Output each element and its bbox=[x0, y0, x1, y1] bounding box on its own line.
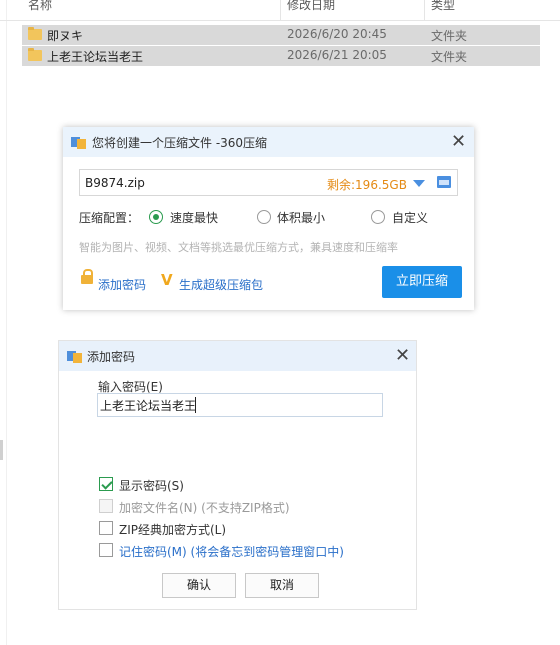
column-header-type[interactable]: 类型 bbox=[431, 0, 455, 13]
compress-now-button[interactable]: 立即压缩 bbox=[382, 266, 462, 298]
radio-smallest-label[interactable]: 体积最小 bbox=[277, 209, 325, 226]
folder-icon bbox=[28, 48, 42, 61]
remember-password-label[interactable]: 记住密码(M) (将会备忘到密码管理窗口中) bbox=[119, 543, 344, 560]
browse-folder-icon[interactable] bbox=[437, 176, 451, 188]
file-date: 2026/6/20 20:45 bbox=[287, 27, 387, 41]
remember-password-checkbox[interactable] bbox=[99, 543, 113, 557]
confirm-button[interactable]: 确认 bbox=[162, 573, 236, 598]
super-compress-link[interactable]: 生成超级压缩包 bbox=[179, 276, 263, 293]
compress-hint-text: 智能为图片、视频、文档等挑选最优压缩方式，兼具速度和压缩率 bbox=[79, 241, 398, 254]
chevron-down-icon[interactable] bbox=[413, 180, 425, 187]
nav-pane-scroll-marker bbox=[0, 440, 3, 460]
file-row[interactable]: 即ヌキ 2026/6/20 20:45 文件夹 bbox=[22, 25, 540, 45]
password-dialog-title: 添加密码 bbox=[87, 350, 136, 364]
cancel-button[interactable]: 取消 bbox=[245, 573, 319, 598]
nav-pane-border bbox=[6, 0, 7, 645]
folder-icon bbox=[28, 27, 42, 40]
compress-dialog-title: 您将创建一个压缩文件 -360压缩 bbox=[92, 136, 268, 150]
file-row[interactable]: 上老王论坛当老王 2026/6/21 20:05 文件夹 bbox=[22, 46, 540, 66]
close-icon[interactable]: ✕ bbox=[395, 347, 410, 365]
show-password-checkbox[interactable] bbox=[99, 477, 113, 491]
compress-dialog: 您将创建一个压缩文件 -360压缩 ✕ B9874.zip 剩余:196.5GB… bbox=[63, 127, 474, 310]
zip-classic-encryption-checkbox[interactable] bbox=[99, 521, 113, 535]
password-input[interactable]: 上老王论坛当老王 bbox=[97, 393, 383, 417]
app-360zip-icon bbox=[71, 135, 87, 149]
column-divider[interactable] bbox=[280, 0, 281, 20]
password-dialog: 添加密码 ✕ 输入密码(E) 上老王论坛当老王 显示密码(S) 加密文件名(N)… bbox=[58, 340, 417, 610]
radio-fastest[interactable] bbox=[149, 210, 163, 224]
show-password-label[interactable]: 显示密码(S) bbox=[119, 477, 184, 494]
app-360zip-icon bbox=[67, 349, 83, 363]
radio-fastest-label[interactable]: 速度最快 bbox=[170, 209, 218, 226]
encrypt-filename-label: 加密文件名(N) (不支持ZIP格式) bbox=[119, 501, 290, 515]
free-space-label: 剩余:196.5GB bbox=[327, 178, 407, 192]
zip-classic-encryption-label[interactable]: ZIP经典加密方式(L) bbox=[119, 521, 226, 538]
archive-path-input[interactable]: B9874.zip 剩余:196.5GB bbox=[79, 169, 458, 196]
compress-dialog-titlebar[interactable]: 您将创建一个压缩文件 -360压缩 ✕ bbox=[63, 127, 474, 157]
column-header-name[interactable]: 名称 bbox=[28, 0, 52, 13]
super-zip-icon[interactable]: V bbox=[161, 273, 173, 288]
add-password-link[interactable]: 添加密码 bbox=[98, 276, 146, 293]
column-header-bar: 名称 修改日期 类型 bbox=[0, 0, 560, 21]
file-name: 上老王论坛当老王 bbox=[47, 50, 144, 64]
password-dialog-titlebar[interactable]: 添加密码 ✕ bbox=[59, 341, 416, 371]
password-value: 上老王论坛当老王 bbox=[100, 399, 197, 413]
file-name: 即ヌキ bbox=[47, 29, 84, 43]
lock-icon[interactable] bbox=[81, 269, 93, 284]
encrypt-filename-checkbox bbox=[99, 499, 113, 513]
column-header-modified[interactable]: 修改日期 bbox=[287, 0, 335, 13]
file-date: 2026/6/21 20:05 bbox=[287, 48, 387, 62]
column-divider[interactable] bbox=[424, 0, 425, 20]
archive-filename: B9874.zip bbox=[85, 176, 145, 190]
file-type: 文件夹 bbox=[431, 50, 468, 64]
radio-smallest[interactable] bbox=[257, 210, 271, 224]
file-type: 文件夹 bbox=[431, 29, 468, 43]
radio-custom[interactable] bbox=[371, 210, 385, 224]
close-icon[interactable]: ✕ bbox=[451, 133, 466, 151]
compress-config-label: 压缩配置： bbox=[79, 211, 140, 225]
radio-custom-label[interactable]: 自定义 bbox=[392, 209, 428, 226]
text-cursor bbox=[195, 397, 196, 413]
